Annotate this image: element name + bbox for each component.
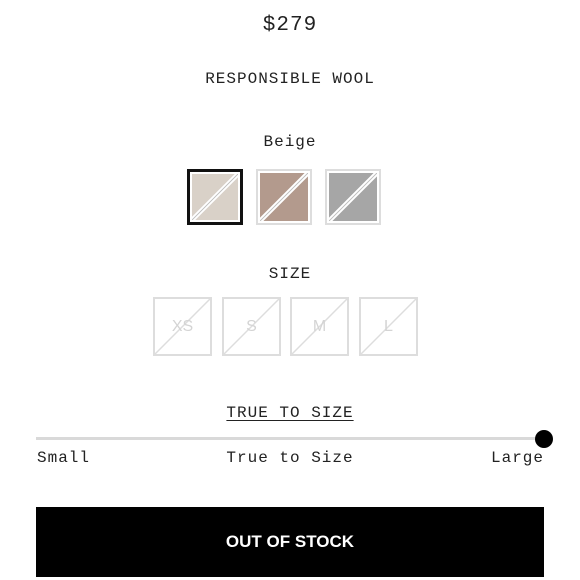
swatch-fill [329, 173, 377, 221]
size-option-l[interactable]: L [359, 297, 418, 356]
unavailable-slash-icon [260, 173, 308, 221]
swatch-mauve[interactable] [256, 169, 312, 225]
price: $279 [262, 14, 318, 37]
out-of-stock-button[interactable]: OUT OF STOCK [36, 507, 544, 577]
swatch-beige[interactable] [187, 169, 243, 225]
material-label: RESPONSIBLE WOOL [205, 70, 375, 88]
fit-scale-track [36, 437, 544, 440]
swatch-fill [260, 173, 308, 221]
unavailable-slash-icon [329, 173, 377, 221]
size-option-label: XS [171, 317, 194, 335]
unavailable-slash-icon [192, 174, 238, 220]
size-option-label: L [384, 317, 393, 335]
size-option-label: S [246, 317, 257, 335]
fit-title[interactable]: TRUE TO SIZE [0, 404, 580, 422]
selected-color-label: Beige [263, 133, 317, 151]
swatch-fill [192, 174, 238, 220]
size-option-label: M [312, 317, 327, 335]
size-option-m[interactable]: M [290, 297, 349, 356]
size-option-s[interactable]: S [222, 297, 281, 356]
fit-scale-indicator [535, 430, 553, 448]
size-label: SIZE [268, 265, 312, 283]
size-option-xs[interactable]: XS [153, 297, 212, 356]
fit-label-large: Large [490, 449, 544, 467]
swatch-grey[interactable] [325, 169, 381, 225]
